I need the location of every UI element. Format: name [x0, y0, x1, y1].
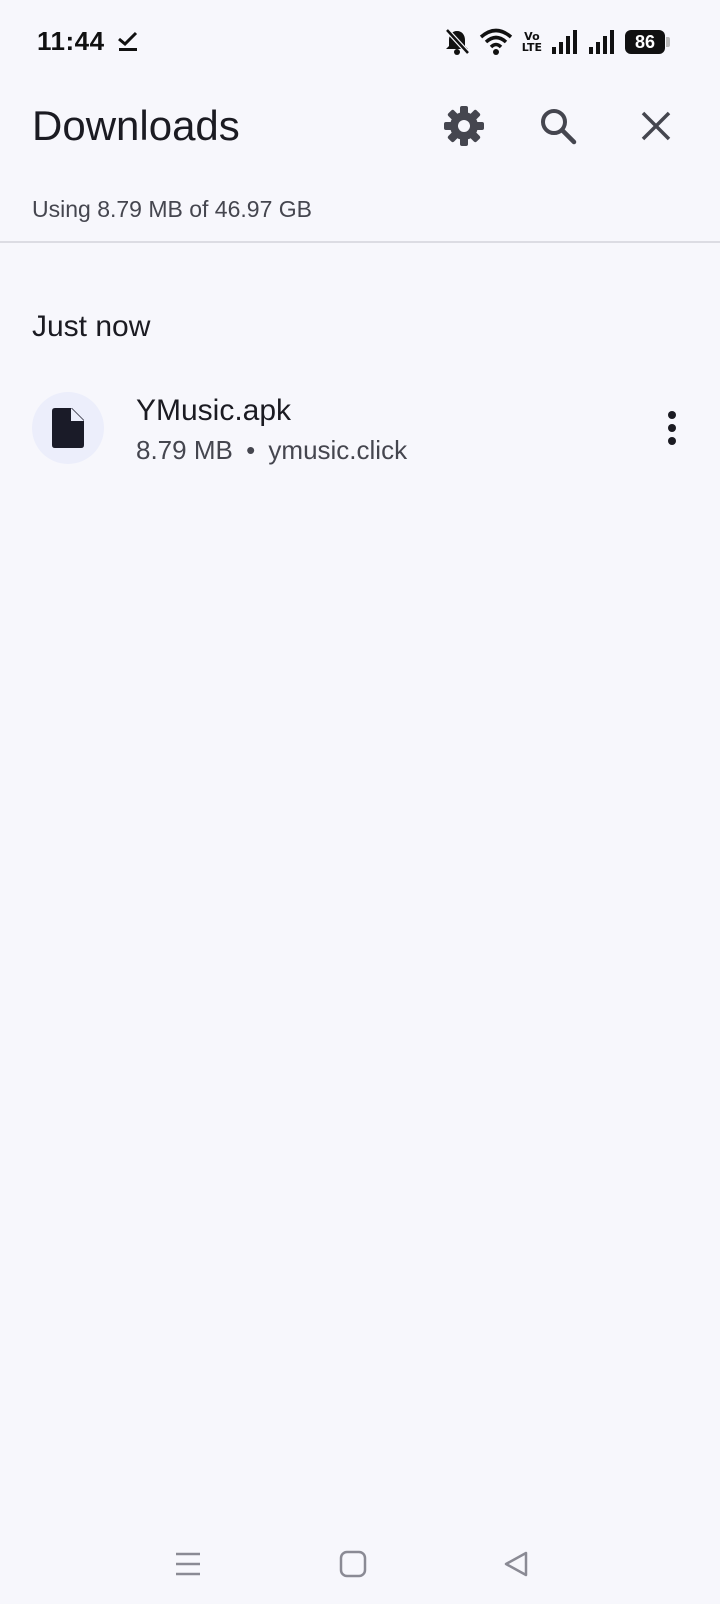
meta-separator: • — [246, 435, 256, 465]
back-icon — [504, 1551, 528, 1577]
close-button[interactable] — [628, 98, 684, 154]
bell-off-icon — [444, 28, 470, 55]
section-header: Just now — [32, 310, 151, 343]
status-time: 11:44 — [37, 26, 105, 56]
file-thumbnail — [32, 392, 104, 464]
search-button[interactable] — [530, 98, 586, 154]
home-icon — [339, 1550, 367, 1578]
settings-icon — [444, 106, 484, 146]
status-bar: 11:44 Vo LTE 86 — [0, 0, 720, 84]
battery-level: 86 — [625, 30, 665, 54]
volte-icon: Vo LTE — [522, 31, 542, 53]
search-icon — [541, 109, 577, 145]
divider — [0, 241, 720, 243]
storage-usage: Using 8.79 MB of 46.97 GB — [32, 196, 312, 222]
check-icon — [118, 31, 138, 51]
home-button[interactable] — [323, 1534, 383, 1594]
back-button[interactable] — [486, 1534, 546, 1594]
signal-icon — [552, 30, 577, 54]
signal-icon — [589, 30, 614, 54]
settings-button[interactable] — [436, 98, 492, 154]
file-size: 8.79 MB — [136, 435, 233, 465]
volte-bottom: LTE — [521, 41, 542, 54]
battery-tip — [666, 37, 670, 47]
more-options-button[interactable] — [648, 396, 696, 460]
close-icon — [641, 111, 671, 141]
status-icons: Vo LTE 86 — [444, 26, 670, 58]
system-nav-bar — [0, 1524, 720, 1604]
app-bar: Downloads — [0, 84, 720, 164]
battery-icon: 86 — [625, 30, 670, 54]
file-name: YMusic.apk — [136, 394, 292, 427]
wifi-icon — [479, 28, 512, 55]
file-icon — [52, 408, 84, 448]
file-source: ymusic.click — [268, 435, 408, 465]
menu-icon — [176, 1552, 200, 1576]
recents-button[interactable] — [158, 1534, 218, 1594]
page-title: Downloads — [32, 102, 240, 149]
more-vert-icon — [668, 411, 676, 445]
download-item[interactable]: YMusic.apk 8.79 MB • ymusic.click — [0, 378, 720, 478]
file-meta: 8.79 MB • ymusic.click — [136, 435, 407, 466]
